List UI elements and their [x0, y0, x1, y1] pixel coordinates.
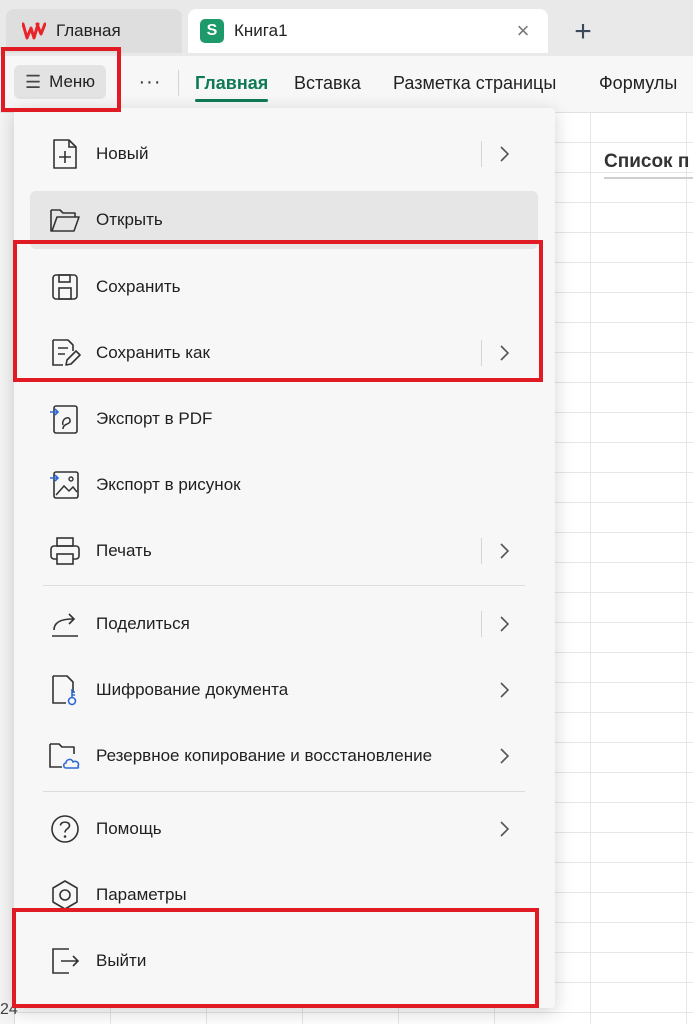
save-as-icon [48, 336, 82, 370]
tab-home[interactable]: Главная [6, 9, 182, 53]
help-icon [48, 812, 82, 846]
share-icon [48, 607, 82, 641]
menu-item-label: Открыть [96, 210, 163, 229]
submenu-divider [481, 611, 482, 637]
ribbon-divider [178, 70, 179, 96]
chevron-right-icon[interactable] [492, 142, 516, 166]
ribbon-tab-formulas[interactable]: Формулы [599, 73, 677, 94]
menu-divider [43, 585, 525, 586]
new-tab-button[interactable]: + [568, 14, 598, 50]
menu-item-label: Параметры [96, 885, 187, 904]
chevron-right-icon[interactable] [492, 817, 516, 841]
menu-item-label: Шифрование документа [96, 680, 289, 699]
menu-item-backup[interactable]: Резервное копирование и восстановление [30, 731, 538, 781]
close-tab-icon[interactable]: × [512, 18, 534, 43]
encrypt-document-icon [48, 673, 82, 707]
export-pdf-icon [48, 402, 82, 436]
submenu-divider [481, 340, 482, 366]
menu-item-settings[interactable]: Параметры [30, 870, 538, 920]
menu-item-label: Печать [96, 541, 152, 560]
backup-cloud-icon [48, 739, 82, 773]
submenu-divider [481, 538, 482, 564]
export-image-icon [48, 468, 82, 502]
ribbon: ☰ Меню ··· Главная Вставка Разметка стра… [0, 56, 693, 113]
chevron-right-icon[interactable] [492, 744, 516, 768]
menu-divider [43, 791, 525, 792]
menu-item-exit[interactable]: Выйти [30, 936, 538, 986]
menu-item-save-as[interactable]: Сохранить как [30, 328, 538, 378]
submenu-divider [481, 141, 482, 167]
menu-item-label: Сохранить как [96, 343, 210, 362]
menu-button-label: Меню [49, 72, 96, 91]
folder-open-icon [48, 203, 82, 237]
menu-button[interactable]: ☰ Меню [14, 65, 106, 99]
menu-item-encrypt[interactable]: Шифрование документа [30, 665, 538, 715]
menu-item-save[interactable]: Сохранить [30, 262, 538, 312]
ribbon-tab-insert[interactable]: Вставка [294, 73, 361, 94]
menu-item-label: Экспорт в PDF [96, 409, 213, 428]
file-menu-panel: Новый Открыть Сохранить Сохранить как Эк… [14, 108, 555, 1008]
save-icon [48, 270, 82, 304]
menu-item-label: Новый [96, 144, 149, 163]
tab-home-label: Главная [56, 21, 121, 40]
app-window: Главная S Книга1 × + ☰ Меню ··· Главная … [0, 0, 693, 1024]
ribbon-tab-home[interactable]: Главная [195, 73, 269, 102]
row-header-gutter [0, 113, 15, 1024]
menu-item-label: Экспорт в рисунок [96, 475, 241, 494]
menu-item-label: Резервное копирование и восстановление [96, 746, 433, 765]
new-document-icon [48, 137, 82, 171]
wps-logo-icon [22, 19, 46, 43]
menu-item-label: Поделиться [96, 614, 190, 633]
chevron-right-icon[interactable] [492, 341, 516, 365]
hamburger-icon: ☰ [24, 71, 42, 92]
menu-item-label: Помощь [96, 819, 162, 838]
menu-item-help[interactable]: Помощь [30, 804, 538, 854]
menu-item-new[interactable]: Новый [30, 129, 538, 179]
settings-icon [48, 878, 82, 912]
menu-item-label: Сохранить [96, 277, 181, 296]
more-options-icon[interactable]: ··· [136, 65, 164, 99]
ribbon-tab-page-layout[interactable]: Разметка страницы [393, 73, 556, 94]
chevron-right-icon[interactable] [492, 612, 516, 636]
printer-icon [48, 534, 82, 568]
tab-document[interactable]: S Книга1 × [188, 9, 548, 53]
tab-document-label: Книга1 [234, 21, 288, 40]
tab-bar: Главная S Книга1 × + [0, 0, 693, 56]
menu-item-open[interactable]: Открыть [30, 191, 538, 249]
menu-item-export-image[interactable]: Экспорт в рисунок [30, 460, 538, 510]
chevron-right-icon[interactable] [492, 678, 516, 702]
menu-item-share[interactable]: Поделиться [30, 599, 538, 649]
sheet-title-cell[interactable]: Список п [604, 151, 693, 179]
menu-item-export-pdf[interactable]: Экспорт в PDF [30, 394, 538, 444]
menu-item-print[interactable]: Печать [30, 526, 538, 576]
menu-item-label: Выйти [96, 951, 147, 970]
chevron-right-icon[interactable] [492, 539, 516, 563]
exit-icon [48, 944, 82, 978]
sheets-logo-icon: S [200, 19, 224, 43]
